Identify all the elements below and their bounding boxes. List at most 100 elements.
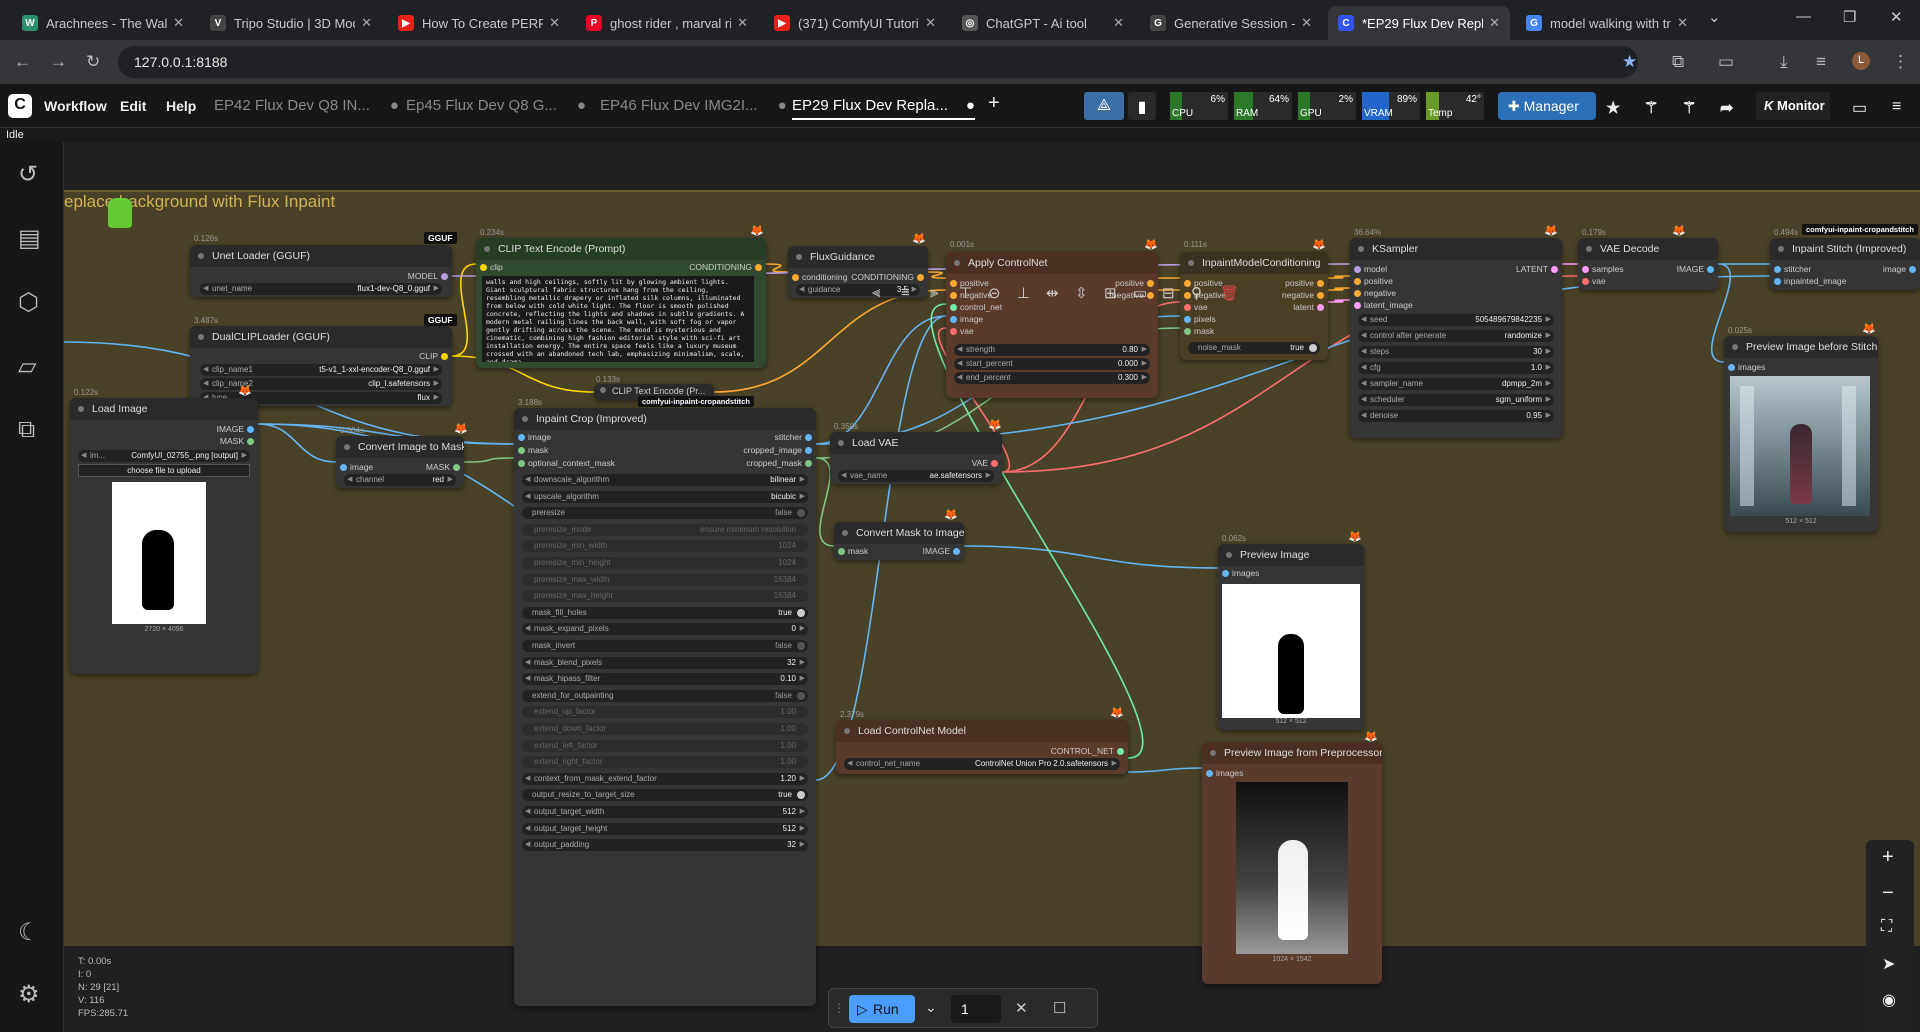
widget-mask-blend-pixels[interactable]: mask_blend_pixels 32 (522, 656, 808, 669)
input-mask[interactable]: mask (518, 445, 548, 457)
widget-extend-for-outpainting[interactable]: extend_for_outpainting false (522, 689, 808, 702)
queue-count-input[interactable]: 1 (951, 995, 1001, 1023)
workflow-tab-ep45[interactable]: Ep45 Flux Dev Q8 G... ● (406, 92, 586, 120)
browser-tab[interactable]: ◎ ChatGPT - Ai tool ✕ (952, 6, 1134, 40)
manager-button[interactable]: ✚ Manager (1498, 92, 1596, 120)
output-vae[interactable]: VAE (972, 458, 998, 470)
node-load-image[interactable]: Load Image IMAGE MASK im... ComfyUI_02755… (70, 398, 258, 674)
widget-control-net-name[interactable]: control_net_name ControlNet Union Pro 2.0… (844, 758, 1120, 770)
cancel-x-icon[interactable]: ✕ (1015, 999, 1028, 1017)
input-images[interactable]: images (1206, 768, 1243, 780)
node-ksampler[interactable]: KSampler model positive negative latent_ima… (1350, 238, 1562, 438)
align-top-icon[interactable]: ⊤ (959, 284, 972, 302)
menu-workflow[interactable]: Workflow (44, 98, 107, 114)
run-options-chevron-icon[interactable]: ⌄ (925, 999, 937, 1016)
input-image[interactable]: image (518, 432, 551, 444)
tab-search-icon[interactable]: ⌄ (1708, 8, 1721, 26)
browser-tab[interactable]: C *EP29 Flux Dev Replac ✕ (1328, 6, 1510, 40)
input-optional-context-mask[interactable]: optional_context_mask (518, 458, 615, 470)
tab-close-icon[interactable]: ✕ (737, 15, 748, 31)
input-clip[interactable]: clip (480, 262, 503, 274)
workflows-folder-icon[interactable]: ▱ (18, 352, 36, 381)
hamburger-menu-icon[interactable]: ≡ (1892, 98, 1901, 116)
output-mask[interactable]: MASK (220, 436, 254, 448)
bookmark-icon[interactable]: ▮ (1128, 92, 1156, 120)
input-negative[interactable]: negative (1354, 288, 1396, 300)
browser-menu-icon[interactable]: ⋮ (1892, 52, 1909, 72)
zoom-out-minus-icon[interactable]: − (1882, 882, 1894, 905)
workflow-tab-ep42[interactable]: EP42 Flux Dev Q8 IN... ● (214, 92, 399, 120)
widget-output-resize-to-target-size[interactable]: output_resize_to_target_size true (522, 789, 808, 802)
node-apply-controlnet[interactable]: Apply ControlNet positive negative control… (946, 252, 1158, 398)
widget-start-percent[interactable]: start_percent 0.000 (954, 358, 1150, 370)
panel-toggle-icon[interactable]: ▭ (1852, 98, 1867, 118)
input-mask[interactable]: mask (1184, 326, 1214, 338)
tab-close-icon[interactable]: ✕ (549, 15, 560, 31)
back-icon[interactable]: ← (14, 52, 31, 72)
input-latent-image[interactable]: latent_image (1354, 300, 1413, 312)
reload-icon[interactable]: ↻ (86, 52, 100, 72)
minimize-icon[interactable]: — (1796, 8, 1811, 25)
widget-steps[interactable]: steps 30 (1358, 346, 1554, 358)
tab-close-icon[interactable]: ✕ (1301, 15, 1312, 31)
input-image[interactable]: image (950, 314, 983, 326)
input-images[interactable]: images (1222, 568, 1259, 580)
forward-icon[interactable]: → (50, 52, 67, 72)
output-image[interactable]: IMAGE (217, 424, 254, 436)
tab-close-icon[interactable]: ✕ (925, 15, 936, 31)
delete-icon[interactable]: 🗑 (1220, 284, 1239, 302)
widget-mask-hipass-filter[interactable]: mask_hipass_filter 0.10 (522, 673, 808, 686)
extensions-icon[interactable]: ⧉ (1672, 52, 1684, 72)
widget-context-from-mask-extend-factor[interactable]: context_from_mask_extend_factor 1.20 (522, 772, 808, 785)
output-image[interactable]: IMAGE (923, 546, 960, 558)
output-positive[interactable]: positive (1285, 278, 1324, 290)
output-cropped-image[interactable]: cropped_image (743, 445, 812, 457)
distribute-h-icon[interactable]: ⇹ (1046, 284, 1059, 302)
widget-strength[interactable]: strength 0.80 (954, 344, 1150, 356)
browser-tab[interactable]: ▶ How To Create PERFEC ✕ (388, 6, 570, 40)
select-mode-arrow-icon[interactable]: ➤ (1882, 954, 1895, 974)
widget-mask-expand-pixels[interactable]: mask_expand_pixels 0 (522, 623, 808, 636)
input-image[interactable]: image (340, 462, 373, 474)
prompt-textarea[interactable]: walls and high ceilings, softly lit by g… (482, 276, 754, 362)
distribute-v-icon[interactable]: ⇳ (1075, 284, 1088, 302)
node-inpaint-stitch[interactable]: Inpaint Stitch (Improved) stitcher inpai… (1770, 238, 1920, 290)
output-negative[interactable]: negative (1282, 290, 1324, 302)
node-convert-mask-to-image[interactable]: Convert Mask to Image mask IMAGE (834, 522, 964, 560)
widget-control-after-generate[interactable]: control after generate randomize (1358, 330, 1554, 342)
input-vae[interactable]: vae (950, 326, 974, 338)
widget-noise-mask[interactable]: noise_mask true (1188, 342, 1320, 354)
input-inpainted-image[interactable]: inpainted_image (1774, 276, 1846, 288)
input-mask[interactable]: mask (838, 546, 868, 558)
output-conditioning[interactable]: CONDITIONING (689, 262, 762, 274)
size-icon[interactable]: ▭ (1133, 284, 1147, 302)
tab-close-icon[interactable]: ✕ (1677, 15, 1688, 31)
output-clip[interactable]: CLIP (419, 351, 448, 363)
widget-preresize[interactable]: preresize false (522, 507, 808, 520)
align-right-icon[interactable]: ⫸ (930, 284, 938, 301)
input-images[interactable]: images (1728, 362, 1765, 374)
browser-tab[interactable]: W Arachnees - The Walk ✕ (12, 6, 194, 40)
tab-close-icon[interactable]: ✕ (1489, 15, 1500, 31)
close-window-icon[interactable]: ✕ (1890, 8, 1903, 26)
node-convert-image-to-mask[interactable]: Convert Image to Mask image MASK channel… (336, 436, 464, 488)
toggle-links-eye-icon[interactable]: ◉ (1882, 990, 1896, 1010)
tab-close-icon[interactable]: ✕ (173, 15, 184, 31)
input-stitcher[interactable]: stitcher (1774, 264, 1811, 276)
widget-unet-name[interactable]: unet_name flux1-dev-Q8_0.gguf (200, 283, 442, 295)
node-dualclip-loader[interactable]: DualCLIPLoader (GGUF) CLIP clip_name1 t5-… (190, 326, 452, 406)
node-unet-loader[interactable]: Unet Loader (GGUF) MODEL unet_name flux1-… (190, 245, 452, 297)
tab-close-icon[interactable]: ✕ (1113, 15, 1124, 31)
fit-view-icon[interactable]: ⛶ (1881, 918, 1892, 936)
browser-tab[interactable]: Pghost rider , marval ri ✕ (576, 6, 758, 40)
input-vae[interactable]: vae (1582, 276, 1606, 288)
choose-file-button[interactable]: choose file to upload (78, 464, 250, 477)
node-preview-preprocessor[interactable]: Preview Image from Preprocessor images 1… (1202, 742, 1382, 984)
widget-seed[interactable]: seed 505489679842235 (1358, 314, 1554, 326)
align-left-icon[interactable]: ⫷ (872, 284, 880, 301)
widget-mask-invert[interactable]: mask_invert false (522, 640, 808, 652)
stop-square-icon[interactable]: ☐ (1053, 999, 1066, 1017)
model-library-icon[interactable]: ⬡ (18, 288, 39, 317)
node-load-vae[interactable]: Load VAE VAE vae_name ae.safetensors (830, 432, 1002, 484)
input-samples[interactable]: samples (1582, 264, 1624, 276)
